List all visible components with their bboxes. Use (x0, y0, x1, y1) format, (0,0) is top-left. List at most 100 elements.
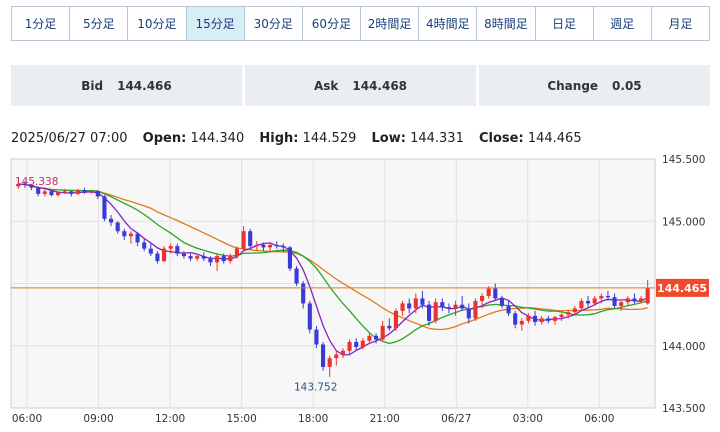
candle-body (605, 295, 610, 298)
candle-body (128, 233, 133, 237)
candle-body (440, 302, 445, 308)
candle-body (75, 190, 80, 194)
candle-body (506, 305, 511, 314)
candle-body (446, 307, 451, 309)
candle-body (254, 244, 259, 247)
candlestick-chart[interactable]: 145.500145.000144.500144.000143.50006:00… (0, 150, 720, 432)
close-label: Close: (479, 131, 524, 146)
candle-body (639, 298, 644, 301)
candle-body (268, 244, 273, 248)
candle-body (307, 303, 312, 330)
candle-body (579, 300, 584, 309)
candle-body (612, 297, 617, 306)
timeframe-tab[interactable]: 1分足 (12, 7, 71, 40)
candle-body (122, 231, 127, 237)
candle-body (62, 191, 67, 193)
candle-body (374, 335, 379, 340)
candle-body (619, 302, 624, 306)
ask-label: Ask (313, 78, 339, 93)
candle-body (473, 300, 478, 319)
x-tick-label: 21:00 (370, 413, 400, 425)
candle-body (188, 256, 193, 259)
candle-body (287, 247, 292, 269)
timeframe-tab[interactable]: 月足 (651, 7, 710, 40)
candle-body (645, 287, 650, 304)
open-label: Open: (142, 131, 187, 146)
candle-body (533, 315, 538, 323)
candle-body (175, 246, 180, 254)
close-value: 144.465 (527, 131, 582, 146)
timeframe-tabs: 1分足 5分足 10分足 15分足 30分足 60分足 2時間足 4時間足 8時間足 日足 週足 月足 (11, 6, 710, 41)
bid-label: Bid (81, 78, 104, 93)
candle-body (95, 191, 100, 197)
timeframe-tab[interactable]: 30分足 (244, 7, 303, 40)
candle-body (625, 298, 630, 303)
candle-body (460, 304, 465, 309)
candle-body (420, 298, 425, 305)
candle-body (155, 253, 160, 262)
candle-body (367, 335, 372, 341)
candle-body (566, 312, 571, 315)
candle-body (400, 303, 405, 311)
timeframe-tab[interactable]: 8時間足 (477, 7, 536, 40)
candle-body (526, 315, 531, 321)
candle-body (102, 196, 107, 219)
bid-panel: Bid 144.466 (11, 65, 242, 106)
timeframe-tab[interactable]: 5分足 (70, 7, 129, 40)
candle-body (572, 308, 577, 313)
candle-body (301, 283, 306, 304)
candle-body (248, 231, 253, 247)
candle-body (294, 268, 299, 284)
high-label: High: (259, 131, 299, 146)
timeframe-tab[interactable]: 週足 (593, 7, 652, 40)
candle-body (599, 295, 604, 299)
timeframe-tab[interactable]: 2時間足 (361, 7, 420, 40)
candle-body (82, 190, 87, 193)
candle-body (513, 313, 518, 325)
candle-body (69, 191, 74, 194)
candle-body (632, 298, 637, 301)
candle (321, 342, 326, 371)
timeframe-tab[interactable]: 日足 (535, 7, 594, 40)
candle-body (135, 233, 140, 243)
candle-body (380, 325, 385, 340)
candle-body (42, 191, 47, 194)
timeframe-tab[interactable]: 4時間足 (419, 7, 478, 40)
y-tick-label: 143.500 (662, 403, 705, 415)
candle-body (148, 248, 153, 254)
candle-body (89, 191, 94, 193)
candle-body (234, 248, 239, 257)
candle (102, 195, 107, 222)
low-label: Low: (371, 131, 406, 146)
candle-body (586, 300, 591, 304)
candle-body (327, 358, 332, 367)
x-tick-label: 09:00 (83, 413, 113, 425)
timeframe-tab[interactable]: 10分足 (128, 7, 187, 40)
high-value: 144.529 (302, 131, 357, 146)
candle-body (466, 308, 471, 319)
candle (393, 308, 398, 331)
candle-body (56, 192, 61, 196)
candle (248, 228, 253, 249)
candle-body (340, 350, 345, 355)
candle-body (480, 295, 485, 301)
current-price-value: 144.465 (657, 282, 707, 295)
candle-body (221, 256, 226, 262)
candle (473, 298, 478, 321)
candle-body (274, 244, 279, 247)
candle-body (499, 298, 504, 306)
y-tick-label: 145.000 (662, 216, 705, 228)
candle-body (115, 222, 120, 232)
candle-body (539, 318, 544, 323)
candle-body (109, 218, 114, 223)
timeframe-tab[interactable]: 15分足 (186, 7, 245, 40)
x-tick-label: 06:00 (12, 413, 42, 425)
candle-body (36, 187, 41, 194)
ask-panel: Ask 144.468 (245, 65, 476, 106)
timeframe-tab[interactable]: 60分足 (302, 7, 362, 40)
low-value: 144.331 (410, 131, 464, 146)
x-tick-label: 06/27 (441, 413, 471, 425)
x-tick-label: 06:00 (584, 413, 614, 425)
x-tick-label: 15:00 (226, 413, 256, 425)
candle-body (228, 256, 233, 262)
